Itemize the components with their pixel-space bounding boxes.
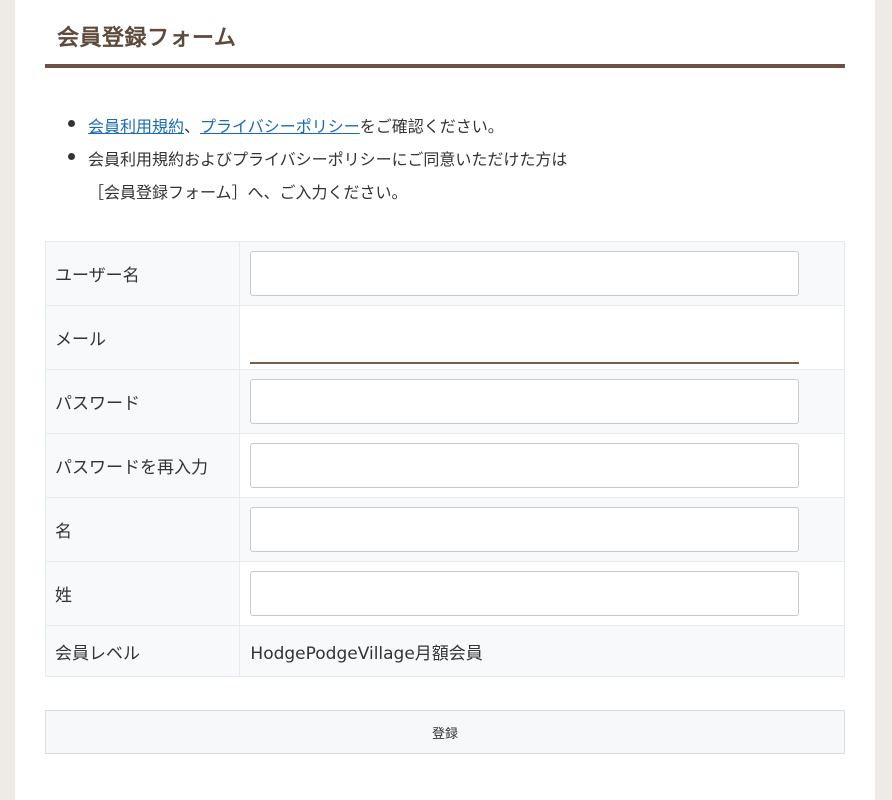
membership-level-cell: HodgePodgeVillage月額会員 (239, 625, 845, 677)
username-row: ユーザー名 (44, 241, 845, 306)
username-cell (239, 241, 845, 306)
notice-item-confirm: 会員利用規約、プライバシーポリシーをご確認ください。 (68, 110, 868, 143)
email-row: メール (44, 305, 845, 370)
page-title: 会員登録フォーム (57, 26, 237, 51)
email-cell (239, 305, 845, 370)
password-input[interactable] (250, 379, 800, 424)
privacy-policy-link[interactable]: プライバシーポリシー (200, 117, 360, 136)
membership-level-label: 会員レベル (44, 625, 241, 677)
last-name-row: 姓 (44, 561, 845, 626)
registration-form-table: ユーザー名 メール パスワード パスワードを再入力 名 姓 会員レベル Hodg… (44, 241, 845, 677)
title-divider (45, 64, 845, 68)
first-name-row: 名 (44, 497, 845, 562)
email-label: メール (44, 305, 241, 370)
first-name-label: 名 (44, 497, 241, 562)
registration-panel: 会員登録フォーム 会員利用規約、プライバシーポリシーをご確認ください。 会員利用… (15, 0, 875, 800)
password-confirm-row: パスワードを再入力 (44, 433, 845, 498)
password-confirm-input[interactable] (250, 443, 800, 488)
username-input[interactable] (250, 251, 800, 296)
notice-confirm-text: をご確認ください。 (359, 117, 504, 136)
email-input[interactable] (250, 319, 800, 364)
password-label: パスワード (44, 369, 241, 434)
first-name-cell (239, 497, 845, 562)
last-name-input[interactable] (250, 571, 800, 616)
password-confirm-label: パスワードを再入力 (44, 433, 241, 498)
last-name-label: 姓 (44, 561, 241, 626)
notice-agree-line1: 会員利用規約およびプライバシーポリシーにご同意いただけた方は (88, 150, 568, 169)
last-name-cell (239, 561, 845, 626)
notice-agree-line2: ［会員登録フォーム］へ、ご入力ください。 (88, 183, 408, 202)
password-row: パスワード (44, 369, 845, 434)
notice-item-agree: 会員利用規約およびプライバシーポリシーにご同意いただけた方は ［会員登録フォーム… (68, 143, 868, 209)
notice-separator: 、 (184, 117, 201, 136)
terms-link[interactable]: 会員利用規約 (88, 117, 184, 136)
username-label: ユーザー名 (44, 241, 241, 306)
first-name-input[interactable] (250, 507, 800, 552)
membership-level-row: 会員レベル HodgePodgeVillage月額会員 (44, 625, 845, 677)
membership-level-value: HodgePodgeVillage月額会員 (250, 643, 483, 664)
register-button[interactable]: 登録 (45, 710, 845, 754)
password-cell (239, 369, 845, 434)
password-confirm-cell (239, 433, 845, 498)
notice-list: 会員利用規約、プライバシーポリシーをご確認ください。 会員利用規約およびプライバ… (60, 110, 868, 209)
